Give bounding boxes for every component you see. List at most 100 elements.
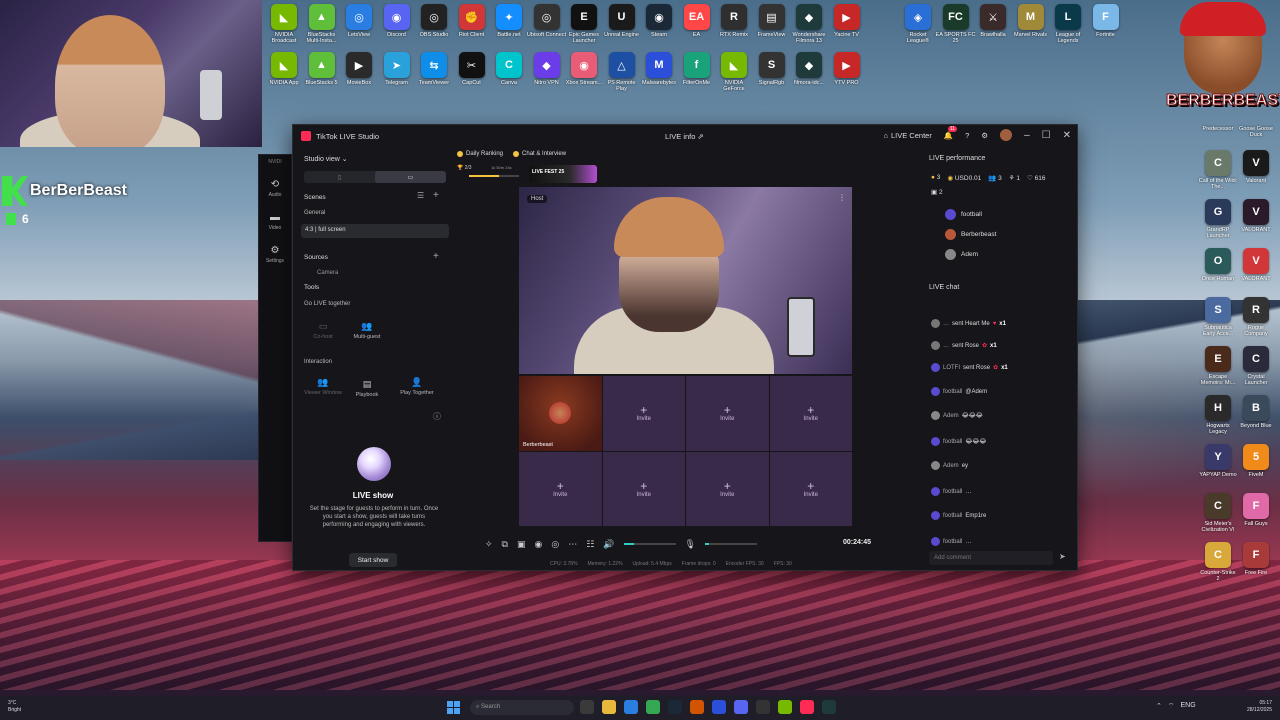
portrait-toggle[interactable]: ▯ xyxy=(304,171,375,183)
landscape-toggle[interactable]: ▭ xyxy=(375,171,446,183)
maximize-button[interactable]: ☐ xyxy=(1042,130,1051,141)
camera-icon[interactable]: ◎ xyxy=(551,539,559,550)
desktop-shortcut[interactable]: ▲ BlueStacks Multi-Insta... xyxy=(302,4,342,44)
mixer-icon[interactable]: ☷ xyxy=(586,539,594,550)
chat-interview-tab[interactable]: Chat & Interview xyxy=(513,151,566,157)
nav-item-video[interactable]: ▬ Video xyxy=(259,212,291,231)
desktop-shortcut[interactable]: C Call of the Wild: The... xyxy=(1198,150,1238,190)
send-icon[interactable]: ➤ xyxy=(1059,552,1066,561)
clock[interactable]: 05:17 28/12/2025 xyxy=(1247,700,1272,714)
desktop-shortcut[interactable]: S SignalRgb xyxy=(752,52,792,86)
desktop-shortcut[interactable]: ▲ BlueStacks 5 xyxy=(302,52,342,86)
desktop-shortcut[interactable]: ◆ Nitro VPN xyxy=(527,52,567,86)
tiktok-icon[interactable] xyxy=(800,700,814,714)
desktop-shortcut[interactable]: ◎ Ubisoft Connect xyxy=(527,4,567,38)
desktop-shortcut[interactable]: V VALORANT xyxy=(1236,199,1276,233)
start-button[interactable] xyxy=(447,701,460,714)
source-item-camera[interactable]: Camera xyxy=(317,270,338,276)
desktop-shortcut[interactable]: B Beyond Blue xyxy=(1236,395,1276,429)
mic-volume-slider[interactable] xyxy=(704,543,757,545)
chrome-icon[interactable] xyxy=(646,700,660,714)
desktop-shortcut[interactable]: △ PS Remote Play xyxy=(602,52,642,92)
desktop-shortcut[interactable]: ▤ FrameView xyxy=(752,4,792,38)
record-icon[interactable]: ◉ xyxy=(535,539,543,550)
effects-icon[interactable]: ✧ xyxy=(485,539,493,550)
live-center-button[interactable]: ⌂ LIVE Center xyxy=(883,131,931,140)
desktop-shortcut[interactable]: FC EA SPORTS FC 25 xyxy=(936,4,976,44)
play-together-button[interactable]: 👤 Play Together xyxy=(397,377,437,405)
chat-message[interactable]: LOTFI sent Rose ✿ x1 xyxy=(931,363,1071,372)
gear-icon[interactable]: ⚙ xyxy=(981,131,988,140)
top-viewer-row[interactable]: Adem xyxy=(945,249,978,260)
invite-slot[interactable]: + Invite xyxy=(769,451,852,526)
desktop-shortcut[interactable]: L League of Legends xyxy=(1048,4,1088,44)
chat-message[interactable]: Adem 😂😂😂 xyxy=(931,411,1071,420)
desktop-shortcut[interactable]: ▶ YTV PRO xyxy=(827,52,867,86)
desktop-shortcut[interactable]: ◈ Rocket League® xyxy=(898,4,938,44)
desktop-shortcut[interactable]: ◆ Wondershare Filmora 13 xyxy=(789,4,829,44)
desktop-shortcut[interactable]: F Free Fire xyxy=(1236,542,1276,576)
desktop-shortcut[interactable]: 5 FiveM xyxy=(1236,444,1276,478)
chat-message[interactable]: football Emp1re xyxy=(931,511,1071,520)
obs-icon[interactable] xyxy=(756,700,770,714)
scene-item[interactable]: 4:3 | full screen xyxy=(301,224,449,238)
desktop-shortcut[interactable]: ◣ NVIDIA GeForce xyxy=(714,52,754,92)
speaker-icon[interactable]: 🔊 xyxy=(603,539,614,550)
start-show-button[interactable]: Start show xyxy=(349,553,397,567)
desktop-shortcut[interactable]: Predecessor xyxy=(1198,124,1238,132)
chat-message[interactable]: football 😂😂😂 xyxy=(931,437,1071,446)
invite-slot[interactable]: + Invite xyxy=(602,376,685,451)
speaker-volume-slider[interactable] xyxy=(623,543,676,545)
layout-icon[interactable]: ⧉ xyxy=(502,539,508,550)
invite-slot[interactable]: + Invite xyxy=(519,451,602,526)
desktop-shortcut[interactable]: ✦ Battle.net xyxy=(489,4,529,38)
desktop-shortcut[interactable]: C Canva xyxy=(489,52,529,86)
desktop-shortcut[interactable]: F Fortnite xyxy=(1086,4,1126,38)
list-icon[interactable]: ☰ xyxy=(417,191,424,200)
add-scene-button[interactable]: + xyxy=(433,190,439,201)
add-comment-input[interactable]: Add comment xyxy=(929,551,1053,565)
cohost-button[interactable]: ▭ Co-host xyxy=(303,321,343,349)
desktop-shortcut[interactable]: ◉ Steam xyxy=(639,4,679,38)
desktop-shortcut[interactable]: H Hogwarts Legacy xyxy=(1198,395,1238,435)
chat-message[interactable]: … sent Rose ✿ x1 xyxy=(931,341,1071,350)
desktop-shortcut[interactable]: ✊ Riot Client xyxy=(452,4,492,38)
desktop-shortcut[interactable]: M Marvel Rivals xyxy=(1011,4,1051,38)
viewer-window-button[interactable]: 👥 Viewer Window xyxy=(303,377,343,405)
notifications-button[interactable]: 🔔 11 xyxy=(944,125,958,140)
desktop-shortcut[interactable]: U Unreal Engine xyxy=(602,4,642,38)
more-options-icon[interactable]: ⋮ xyxy=(838,193,846,202)
malwarebytes-icon[interactable] xyxy=(712,700,726,714)
desktop-shortcut[interactable]: E Epic Games Launcher xyxy=(564,4,604,44)
desktop-shortcut[interactable]: ▶ Yacine TV xyxy=(827,4,867,38)
desktop-shortcut[interactable]: ◆ filmora-idc... xyxy=(789,52,829,86)
invite-slot[interactable]: + Invite xyxy=(686,451,769,526)
invite-slot[interactable]: + Invite xyxy=(686,376,769,451)
desktop-shortcut[interactable]: ▶ MovieBox xyxy=(339,52,379,86)
chat-message[interactable]: Adem ey xyxy=(931,461,1071,470)
playbook-button[interactable]: ▤ Playbook xyxy=(347,379,387,407)
desktop-shortcut[interactable]: EA EA xyxy=(677,4,717,38)
desktop-shortcut[interactable]: O Once Human xyxy=(1198,248,1238,282)
desktop-shortcut[interactable]: C Crystal Launcher xyxy=(1236,346,1276,386)
desktop-shortcut[interactable]: R Rogue Company xyxy=(1236,297,1276,337)
taskview-icon[interactable] xyxy=(580,700,594,714)
desktop-shortcut[interactable]: ➤ Telegram xyxy=(377,52,417,86)
rank-progress[interactable]: 🏆 2/3 1k 50m 24s xyxy=(457,165,521,179)
guest-slot[interactable]: Berberbeast xyxy=(519,376,602,451)
tray-language[interactable]: ENG xyxy=(1180,702,1195,711)
close-button[interactable]: ✕ xyxy=(1063,130,1071,141)
edge-icon[interactable] xyxy=(624,700,638,714)
desktop-shortcut[interactable]: ⚔ Brawlhalla xyxy=(973,4,1013,38)
wifi-icon[interactable]: ⌔ xyxy=(1168,702,1175,711)
desktop-shortcut[interactable]: C Counter-Strike 2 xyxy=(1198,542,1238,582)
desktop-shortcut[interactable]: Y YAPYAP Demo xyxy=(1198,444,1238,478)
desktop-shortcut[interactable]: ✂ CapCut xyxy=(452,52,492,86)
taskbar-search[interactable]: ⌕ Search xyxy=(470,700,574,715)
minimize-button[interactable]: – xyxy=(1024,130,1030,141)
desktop-shortcut[interactable]: ◎ OBS Studio xyxy=(414,4,454,38)
screen-icon[interactable]: ▣ xyxy=(517,539,526,550)
desktop-shortcut[interactable]: S Subnautica Early Acce... xyxy=(1198,297,1238,337)
desktop-shortcut[interactable]: M Malwarebytes xyxy=(639,52,679,86)
desktop-shortcut[interactable]: G GrandRP Launcher xyxy=(1198,199,1238,239)
